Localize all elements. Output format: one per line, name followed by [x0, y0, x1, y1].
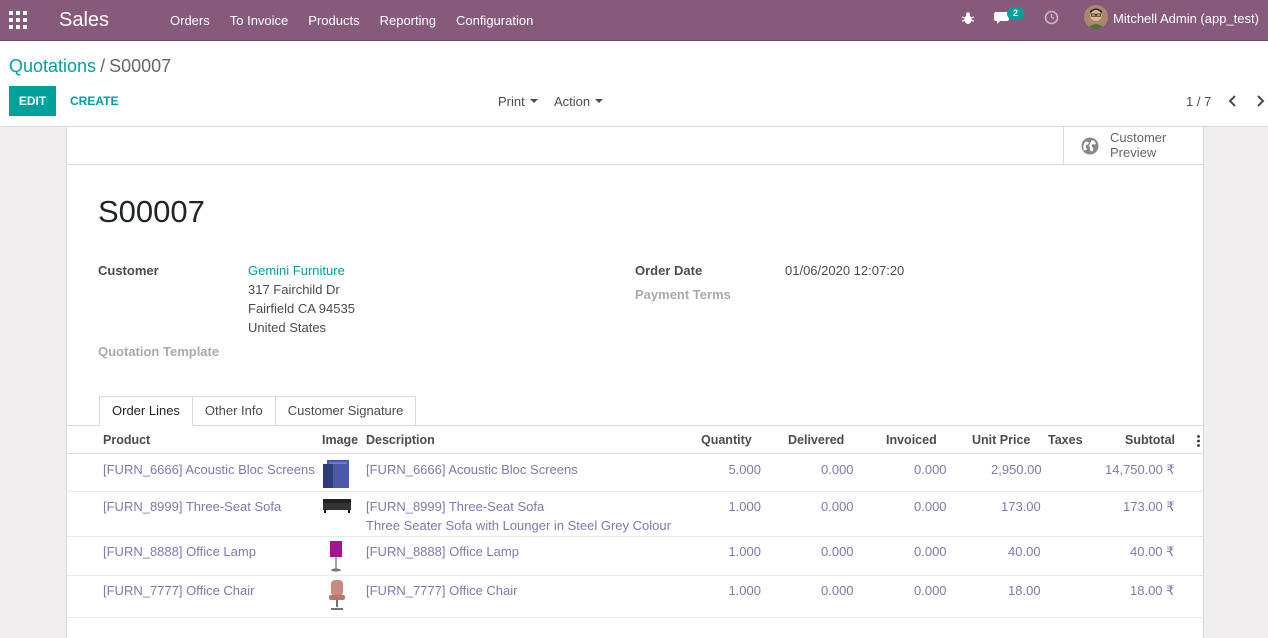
- row-invoiced: 0.000: [914, 544, 947, 559]
- breadcrumb-separator: /: [100, 56, 106, 76]
- lamp-thumbnail-icon: [330, 541, 342, 572]
- control-panel: Quotations / S00007 EDIT CREATE Print Acti…: [0, 41, 1268, 127]
- row-subtotal: 173.00 ₹: [1123, 499, 1175, 514]
- table-row[interactable]: [FURN_7777] Office Chair [FURN_7777] Off…: [67, 576, 1203, 618]
- menu-item-to-invoice[interactable]: To Invoice: [230, 13, 289, 28]
- tabs-divider: [67, 425, 1203, 426]
- notebook-tabs: Order Lines Other Info Customer Signatur…: [99, 396, 417, 426]
- col-description[interactable]: Description: [366, 433, 435, 447]
- form-sheet: Customer Preview S00007 Customer Gemini …: [66, 127, 1204, 638]
- row-unit-price: 2,950.00: [991, 462, 1042, 477]
- table-row[interactable]: [FURN_8888] Office Lamp [FURN_8888] Offi…: [67, 537, 1203, 576]
- row-delivered: 0.000: [821, 499, 854, 514]
- order-date-value: 01/06/2020 12:07:20: [785, 263, 905, 278]
- row-invoiced: 0.000: [914, 462, 947, 477]
- col-invoiced[interactable]: Invoiced: [886, 433, 937, 447]
- customer-preview-label: Customer Preview: [1110, 130, 1167, 160]
- row-unit-price: 173.00: [1001, 499, 1041, 514]
- row-product: [FURN_8888] Office Lamp: [103, 544, 256, 559]
- row-subtotal: 14,750.00 ₹: [1105, 462, 1175, 477]
- row-description-detail: Three Seater Sofa with Lounger in Steel …: [366, 518, 671, 533]
- col-subtotal[interactable]: Subtotal: [1125, 433, 1175, 447]
- order-title: S00007: [98, 194, 205, 229]
- sofa-thumbnail-icon: [323, 499, 351, 513]
- row-product: [FURN_7777] Office Chair: [103, 583, 255, 598]
- row-description: [FURN_7777] Office Chair: [366, 583, 518, 598]
- print-dropdown[interactable]: Print: [498, 94, 538, 109]
- row-delivered: 0.000: [821, 462, 854, 477]
- edit-button[interactable]: EDIT: [9, 86, 56, 116]
- caret-down-icon: [529, 99, 538, 104]
- top-navbar: Sales Orders To Invoice Products Reporti…: [0, 0, 1268, 41]
- breadcrumb: Quotations / S00007: [9, 56, 171, 77]
- row-subtotal: 40.00 ₹: [1130, 544, 1175, 559]
- caret-down-icon: [595, 99, 604, 104]
- col-product[interactable]: Product: [103, 433, 150, 447]
- menu-item-products[interactable]: Products: [308, 13, 359, 28]
- row-delivered: 0.000: [821, 583, 854, 598]
- table-row[interactable]: [FURN_8999] Three-Seat Sofa [FURN_8999] …: [67, 492, 1203, 537]
- menu-item-configuration[interactable]: Configuration: [456, 13, 533, 28]
- customer-preview-button[interactable]: Customer Preview: [1063, 127, 1204, 164]
- row-quantity: 1.000: [728, 499, 761, 514]
- apps-grid-icon[interactable]: [9, 11, 27, 29]
- globe-icon: [1081, 137, 1099, 155]
- order-date-label: Order Date: [635, 263, 703, 278]
- row-product: [FURN_6666] Acoustic Bloc Screens: [103, 462, 315, 477]
- row-quantity: 1.000: [728, 583, 761, 598]
- breadcrumb-current: S00007: [109, 56, 172, 76]
- tab-other-info[interactable]: Other Info: [191, 396, 276, 426]
- menu-item-reporting[interactable]: Reporting: [380, 13, 436, 28]
- order-lines-header: Product Image Description Quantity Deliv…: [67, 427, 1203, 454]
- row-invoiced: 0.000: [914, 583, 947, 598]
- menu-item-orders[interactable]: Orders: [170, 13, 210, 28]
- tab-customer-signature[interactable]: Customer Signature: [274, 396, 417, 426]
- address-line-1: 317 Fairchild Dr: [248, 282, 340, 297]
- col-image[interactable]: Image: [322, 433, 358, 447]
- pager-value[interactable]: 1 / 7: [1186, 94, 1211, 109]
- chat-badge: 2: [1007, 7, 1024, 20]
- breadcrumb-quotations-link[interactable]: Quotations: [9, 56, 96, 76]
- col-quantity[interactable]: Quantity: [701, 433, 752, 447]
- row-quantity: 5.000: [728, 462, 761, 477]
- chevron-left-icon[interactable]: [1228, 95, 1238, 107]
- print-label: Print: [498, 94, 525, 109]
- row-description: [FURN_6666] Acoustic Bloc Screens: [366, 462, 578, 477]
- tab-order-lines[interactable]: Order Lines: [99, 396, 193, 426]
- action-dropdown[interactable]: Action: [554, 94, 604, 109]
- action-label: Action: [554, 94, 591, 109]
- row-subtotal: 18.00 ₹: [1130, 583, 1175, 598]
- row-unit-price: 18.00: [1008, 583, 1041, 598]
- chevron-right-icon[interactable]: [1255, 95, 1265, 107]
- avatar[interactable]: [1084, 5, 1108, 29]
- clock-icon[interactable]: [1044, 10, 1059, 25]
- row-product: [FURN_8999] Three-Seat Sofa: [103, 499, 282, 514]
- row-description: [FURN_8999] Three-Seat Sofa: [366, 499, 545, 514]
- row-quantity: 1.000: [728, 544, 761, 559]
- table-row[interactable]: [FURN_6666] Acoustic Bloc Screens [FURN_…: [67, 455, 1203, 492]
- create-button[interactable]: CREATE: [70, 86, 118, 116]
- quotation-template-label: Quotation Template: [98, 344, 220, 359]
- row-unit-price: 40.00: [1008, 544, 1041, 559]
- col-unit-price[interactable]: Unit Price: [972, 433, 1030, 447]
- main-menu: Orders To Invoice Products Reporting Con…: [170, 13, 553, 28]
- customer-label: Customer: [98, 263, 159, 278]
- address-line-2: Fairfield CA 94535: [248, 301, 355, 316]
- chair-thumbnail-icon: [329, 580, 345, 610]
- col-delivered[interactable]: Delivered: [788, 433, 844, 447]
- app-title[interactable]: Sales: [59, 9, 170, 32]
- address-line-3: United States: [248, 320, 327, 335]
- row-invoiced: 0.000: [914, 499, 947, 514]
- row-description: [FURN_8888] Office Lamp: [366, 544, 519, 559]
- customer-link[interactable]: Gemini Furniture: [248, 263, 345, 278]
- payment-terms-label: Payment Terms: [635, 287, 731, 302]
- optional-columns-icon[interactable]: [1197, 435, 1200, 447]
- user-menu[interactable]: Mitchell Admin (app_test): [1113, 11, 1259, 26]
- button-box: Customer Preview: [67, 127, 1203, 165]
- col-taxes[interactable]: Taxes: [1048, 433, 1083, 447]
- screen-thumbnail-icon: [323, 460, 349, 488]
- row-delivered: 0.000: [821, 544, 854, 559]
- bug-icon[interactable]: [961, 11, 975, 25]
